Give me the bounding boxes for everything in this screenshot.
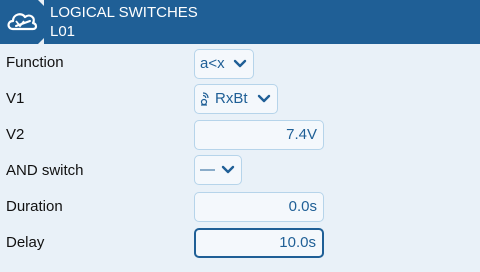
v1-dropdown[interactable]: RxBt — [194, 84, 278, 114]
and-switch-dropdown[interactable]: — — [194, 155, 242, 185]
page-title: LOGICAL SWITCHES — [50, 4, 198, 21]
chevron-down-icon — [221, 165, 235, 174]
delay-label: Delay — [6, 234, 45, 251]
v1-value: RxBt — [215, 90, 248, 107]
duration-input[interactable]: 0.0s — [194, 192, 324, 222]
delay-value: 10.0s — [279, 234, 316, 251]
function-value: a<x — [200, 55, 225, 72]
duration-label: Duration — [6, 198, 63, 215]
chevron-down-icon — [233, 59, 247, 68]
v1-label: V1 — [6, 90, 25, 107]
cloud-logo-icon[interactable] — [0, 0, 44, 44]
function-dropdown[interactable]: a<x — [194, 49, 254, 79]
header-bar: LOGICAL SWITCHES L01 — [0, 0, 480, 44]
and-switch-label: AND switch — [6, 162, 84, 179]
delay-input[interactable]: 10.0s — [194, 228, 324, 258]
telemetry-icon — [200, 92, 209, 106]
v2-input[interactable]: 7.4V — [194, 120, 324, 150]
chevron-down-icon — [257, 94, 271, 103]
and-switch-value: — — [200, 161, 215, 178]
function-label: Function — [6, 54, 64, 71]
v2-value: 7.4V — [286, 126, 317, 143]
v2-label: V2 — [6, 126, 25, 143]
duration-value: 0.0s — [288, 198, 317, 215]
page-subtitle: L01 — [50, 23, 76, 40]
